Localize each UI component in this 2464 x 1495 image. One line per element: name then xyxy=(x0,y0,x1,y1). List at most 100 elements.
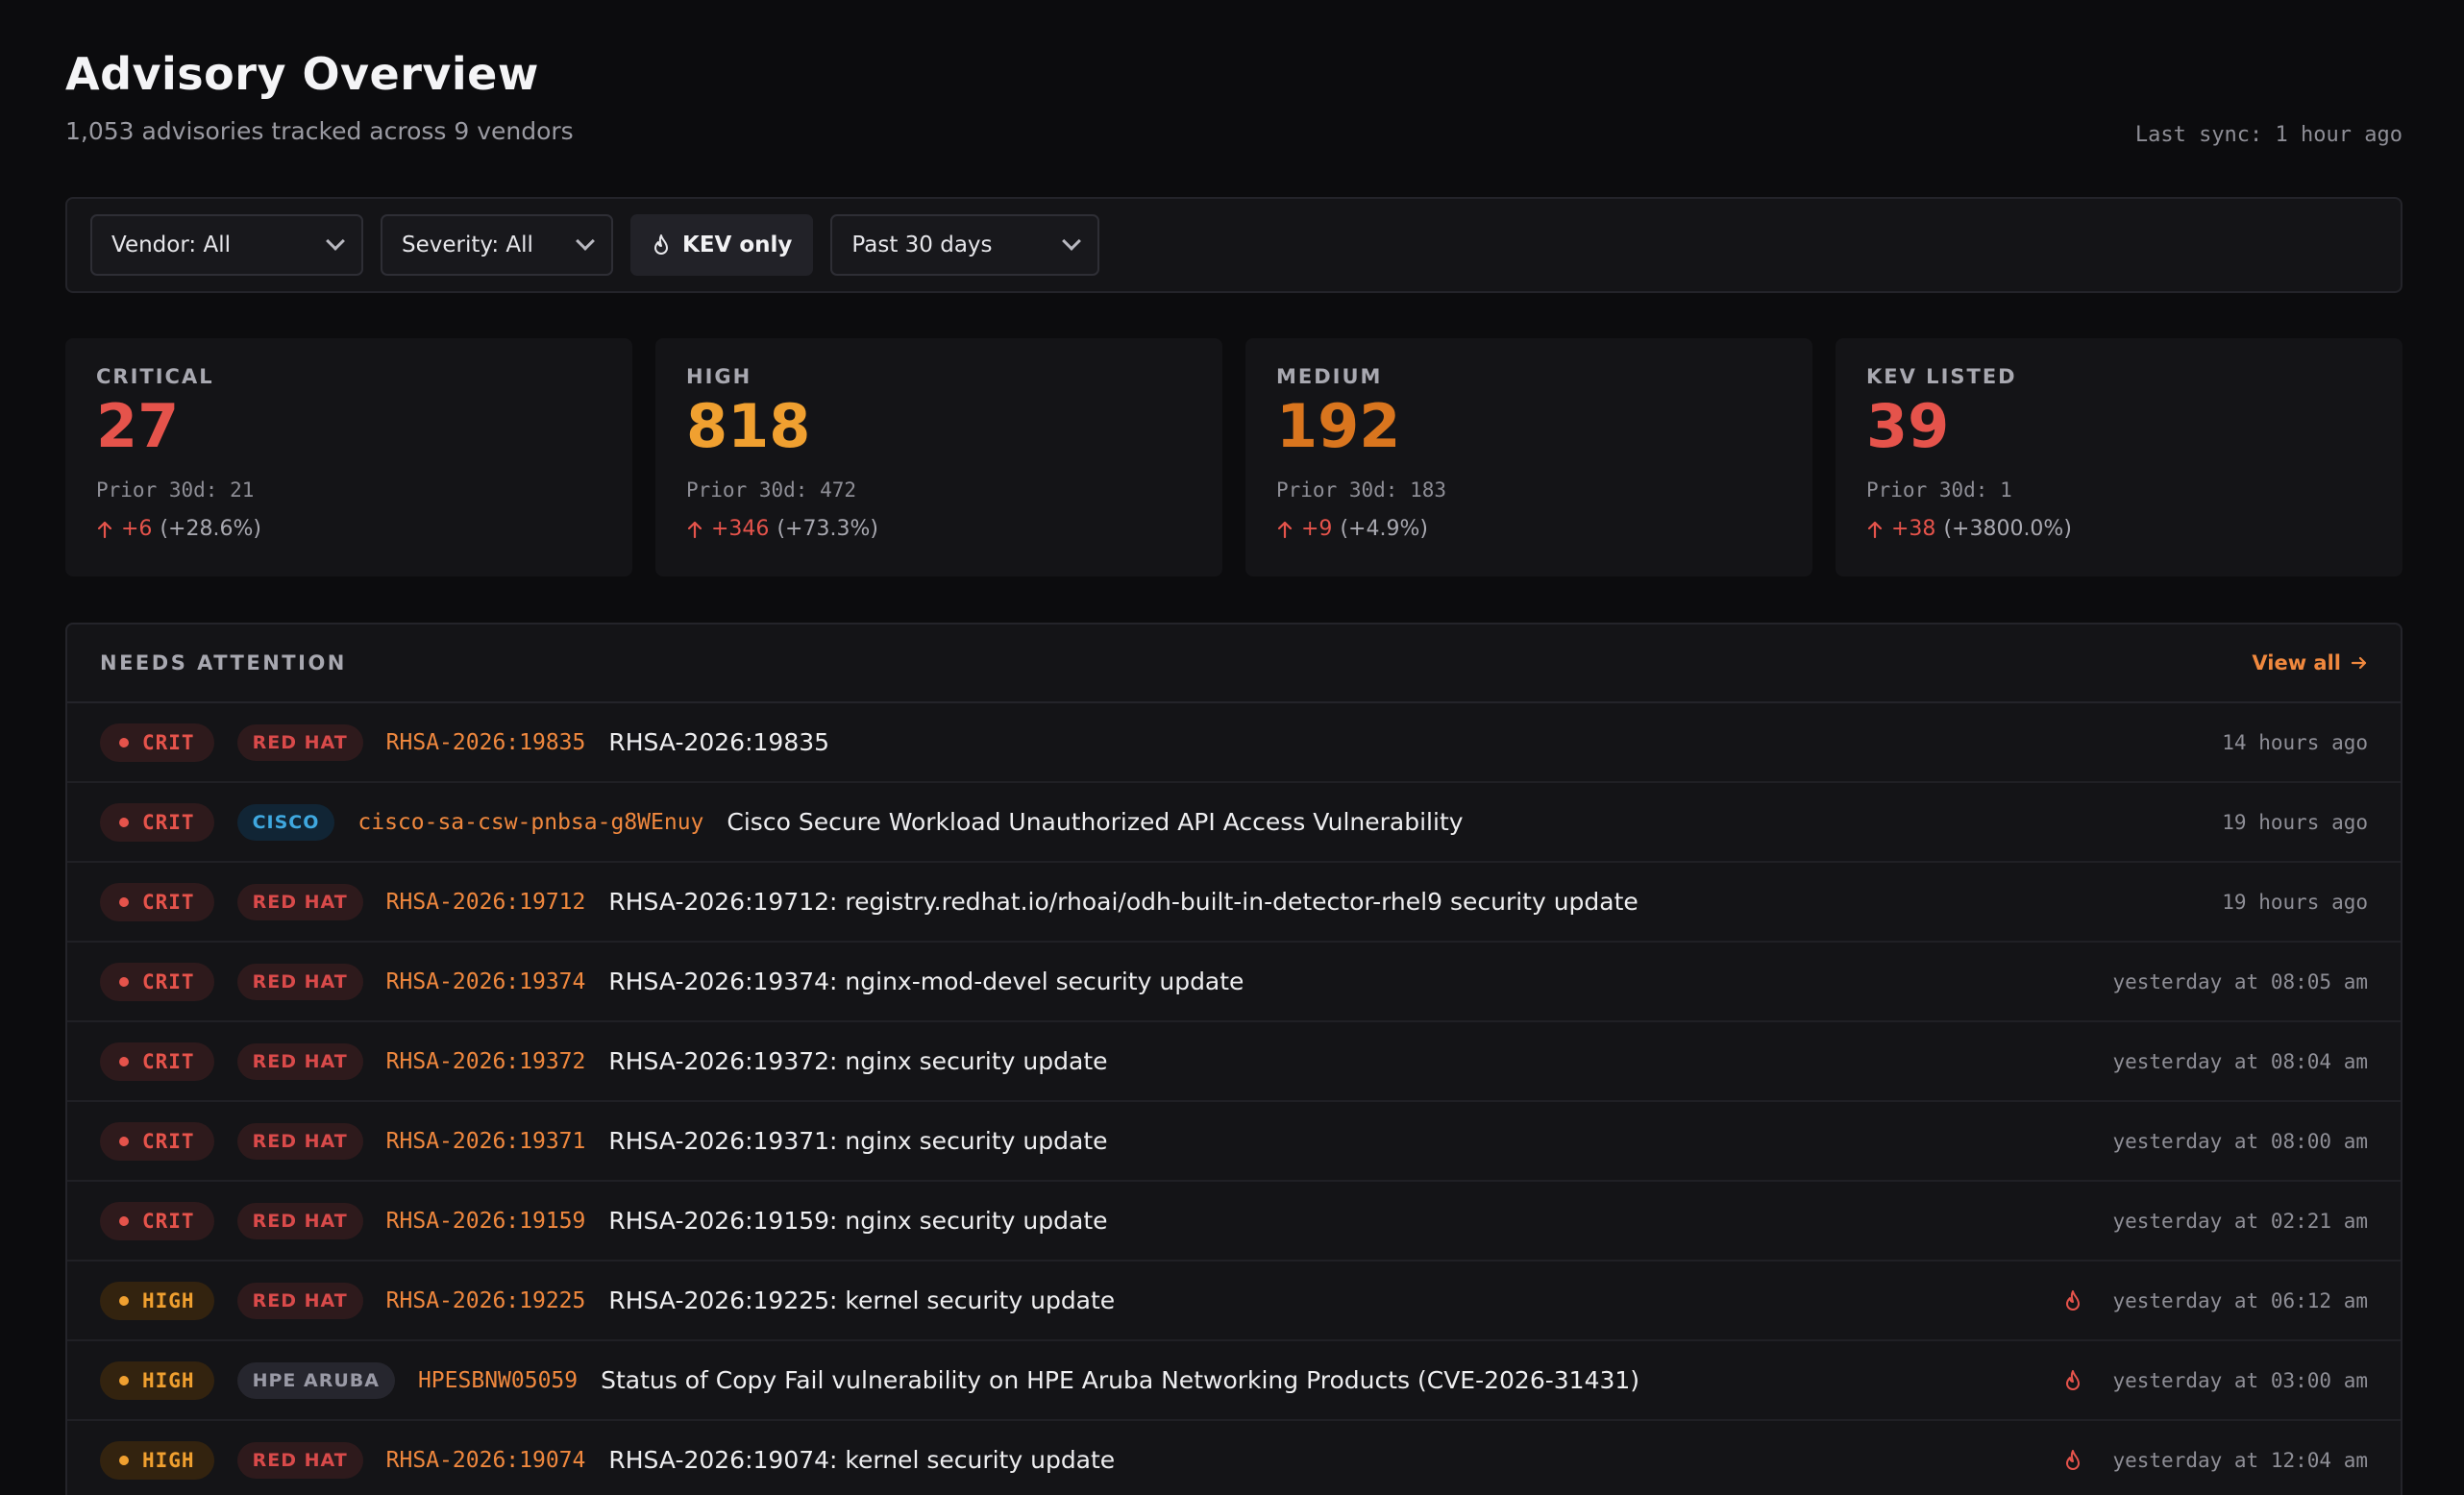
advisory-id-link[interactable]: RHSA-2026:19159 xyxy=(386,1209,586,1234)
stat-card: CRITICAL 27 Prior 30d: 21 +6 (+28.6%) xyxy=(65,338,632,576)
vendor-badge: RED HAT xyxy=(236,1202,363,1239)
arrow-up-icon xyxy=(97,521,112,538)
kev-indicator xyxy=(2058,1449,2087,1472)
advisory-id-link[interactable]: RHSA-2026:19074 xyxy=(386,1448,586,1473)
advisory-id-link[interactable]: RHSA-2026:19712 xyxy=(386,890,586,915)
stat-card-label: HIGH xyxy=(686,365,752,388)
period-filter-label: Past 30 days xyxy=(851,233,993,257)
kev-only-toggle[interactable]: KEV only xyxy=(630,214,814,276)
vendor-badge: RED HAT xyxy=(236,1441,363,1479)
severity-badge-label: CRIT xyxy=(142,1209,195,1233)
advisory-id-link[interactable]: RHSA-2026:19372 xyxy=(386,1049,586,1074)
advisory-id-link[interactable]: cisco-sa-csw-pnbsa-g8WEnuy xyxy=(357,810,703,835)
advisory-id-link[interactable]: HPESBNW05059 xyxy=(418,1368,578,1393)
period-filter-select[interactable]: Past 30 days xyxy=(830,214,1100,276)
severity-badge-label: HIGH xyxy=(142,1448,195,1472)
advisory-time: yesterday at 02:21 am xyxy=(2112,1209,2368,1233)
severity-badge: CRIT xyxy=(100,802,214,842)
arrow-up-icon xyxy=(1867,521,1883,538)
severity-badge-label: CRIT xyxy=(142,810,195,834)
severity-badge: CRIT xyxy=(100,882,214,921)
page-subtitle: 1,053 advisories tracked across 9 vendor… xyxy=(65,117,574,145)
severity-badge-label: CRIT xyxy=(142,1129,195,1153)
severity-dot-icon xyxy=(119,1455,129,1465)
advisory-row[interactable]: CRIT RED HAT RHSA-2026:19372 RHSA-2026:1937… xyxy=(67,1022,2401,1102)
stat-card-prior: Prior 30d: 1 xyxy=(1866,478,2012,502)
vendor-filter-select[interactable]: Vendor: All xyxy=(90,214,363,276)
advisory-title: RHSA-2026:19371: nginx security update xyxy=(608,1127,1108,1155)
severity-badge-label: CRIT xyxy=(142,890,195,914)
advisory-title: RHSA-2026:19372: nginx security update xyxy=(608,1047,1108,1075)
advisory-title: RHSA-2026:19225: kernel security update xyxy=(608,1287,1116,1314)
arrow-up-icon xyxy=(687,521,702,538)
severity-dot-icon xyxy=(119,1215,129,1226)
vendor-badge: RED HAT xyxy=(236,1122,363,1160)
advisory-row[interactable]: CRIT RED HAT RHSA-2026:19159 RHSA-2026:1915… xyxy=(67,1182,2401,1262)
stat-card-delta: +38 (+3800.0%) xyxy=(1866,517,2372,541)
advisory-time: yesterday at 06:12 am xyxy=(2112,1288,2368,1312)
advisory-title: Status of Copy Fail vulnerability on HPE… xyxy=(601,1366,1640,1394)
advisory-overview-page: Advisory Overview 1,053 advisories track… xyxy=(65,0,2402,1495)
stat-card: HIGH 818 Prior 30d: 472 +346 (+73.3%) xyxy=(655,338,1222,576)
stat-card-value: 39 xyxy=(1866,391,1950,461)
advisory-row[interactable]: CRIT CISCO cisco-sa-csw-pnbsa-g8WEnuy Cisco… xyxy=(67,783,2401,863)
vendor-badge: RED HAT xyxy=(236,1282,363,1319)
kev-indicator xyxy=(2058,1369,2087,1392)
severity-badge: CRIT xyxy=(100,1042,214,1081)
stat-card-prior: Prior 30d: 472 xyxy=(686,478,857,502)
stat-card-delta-pct: (+4.9%) xyxy=(1340,517,1428,542)
kev-indicator xyxy=(2058,1289,2087,1312)
advisory-title: RHSA-2026:19374: nginx-mod-devel securit… xyxy=(608,968,1244,995)
stat-card-delta: +6 (+28.6%) xyxy=(96,517,602,541)
advisory-time: 19 hours ago xyxy=(2222,890,2368,914)
stat-card: MEDIUM 192 Prior 30d: 183 +9 (+4.9%) xyxy=(1245,338,1812,576)
vendor-badge: HPE ARUBA xyxy=(236,1361,395,1399)
flame-icon xyxy=(2066,1449,2081,1470)
advisory-row[interactable]: HIGH RED HAT RHSA-2026:19225 RHSA-2026:1922… xyxy=(67,1262,2401,1341)
advisory-time: yesterday at 08:05 am xyxy=(2112,969,2368,993)
vendor-filter-label: Vendor: All xyxy=(111,233,231,257)
advisory-id-link[interactable]: RHSA-2026:19371 xyxy=(386,1129,586,1154)
advisory-id-link[interactable]: RHSA-2026:19225 xyxy=(386,1288,586,1313)
stats-cards: CRITICAL 27 Prior 30d: 21 +6 (+28.6%) HIGH 818… xyxy=(65,338,2402,576)
severity-badge-label: HIGH xyxy=(142,1368,195,1392)
advisory-title: RHSA-2026:19159: nginx security update xyxy=(608,1207,1108,1235)
advisory-row[interactable]: CRIT RED HAT RHSA-2026:19371 RHSA-2026:1937… xyxy=(67,1102,2401,1182)
vendor-badge: RED HAT xyxy=(236,963,363,1000)
severity-dot-icon xyxy=(119,1295,129,1306)
severity-filter-select[interactable]: Severity: All xyxy=(381,214,613,276)
view-all-link[interactable]: View all xyxy=(2252,651,2368,674)
stat-card-prior: Prior 30d: 21 xyxy=(96,478,255,502)
stat-card: KEV LISTED 39 Prior 30d: 1 +38 (+3800.0%) xyxy=(1836,338,2402,576)
stat-card-delta: +346 (+73.3%) xyxy=(686,517,1192,541)
stat-card-value: 818 xyxy=(686,391,811,461)
flame-icon xyxy=(654,234,668,255)
severity-dot-icon xyxy=(119,1136,129,1146)
vendor-badge: RED HAT xyxy=(236,1042,363,1080)
kev-only-label: KEV only xyxy=(682,233,793,257)
last-sync-status: Last sync: 1 hour ago xyxy=(2134,123,2402,147)
stat-card-delta-value: +346 xyxy=(711,517,770,542)
advisory-row[interactable]: CRIT RED HAT RHSA-2026:19835 RHSA-2026:1983… xyxy=(67,703,2401,783)
vendor-badge: RED HAT xyxy=(236,723,363,761)
advisory-time: 14 hours ago xyxy=(2222,730,2368,754)
severity-dot-icon xyxy=(119,737,129,748)
stat-card-label: KEV LISTED xyxy=(1866,365,2017,388)
advisory-row[interactable]: CRIT RED HAT RHSA-2026:19712 RHSA-2026:1971… xyxy=(67,863,2401,943)
stat-card-value: 27 xyxy=(96,391,180,461)
advisory-row[interactable]: HIGH HPE ARUBA HPESBNW05059 Status of Copy … xyxy=(67,1341,2401,1421)
chevron-down-icon xyxy=(1062,232,1082,251)
severity-badge: HIGH xyxy=(100,1440,214,1480)
needs-attention-panel: NEEDS ATTENTION View all CRIT RED HAT RHSA… xyxy=(65,623,2402,1495)
advisory-id-link[interactable]: RHSA-2026:19374 xyxy=(386,969,586,994)
needs-attention-header: NEEDS ATTENTION View all xyxy=(67,625,2401,703)
advisory-row[interactable]: HIGH RED HAT RHSA-2026:19074 RHSA-2026:1907… xyxy=(67,1421,2401,1495)
stat-card-delta-value: +6 xyxy=(121,517,153,542)
advisory-id-link[interactable]: RHSA-2026:19835 xyxy=(386,730,586,755)
advisory-title: Cisco Secure Workload Unauthorized API A… xyxy=(727,808,1464,836)
stat-card-delta-value: +38 xyxy=(1891,517,1936,542)
advisory-title: RHSA-2026:19712: registry.redhat.io/rhoa… xyxy=(608,888,1639,916)
stat-card-value: 192 xyxy=(1276,391,1401,461)
advisory-row[interactable]: CRIT RED HAT RHSA-2026:19374 RHSA-2026:1937… xyxy=(67,943,2401,1022)
severity-badge: CRIT xyxy=(100,723,214,762)
